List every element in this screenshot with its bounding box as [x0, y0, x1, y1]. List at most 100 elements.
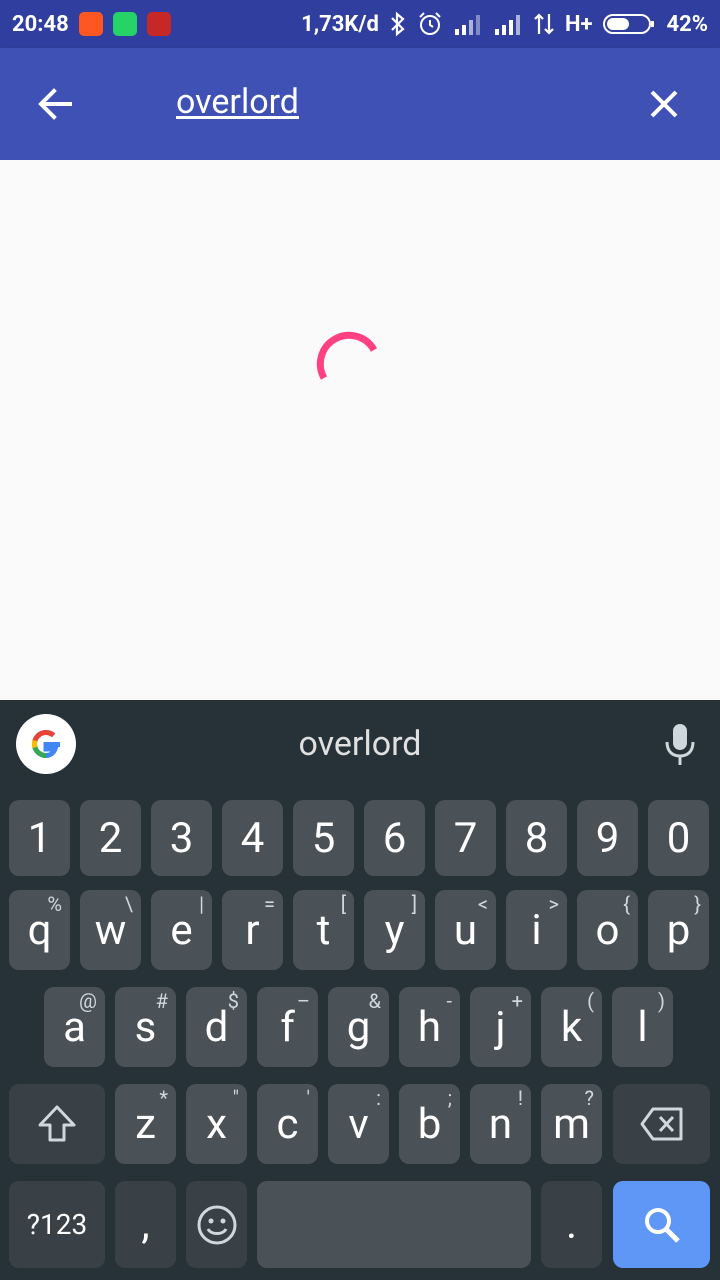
battery-icon [603, 14, 655, 34]
key-hint: + [511, 989, 523, 1013]
key-label: 0 [666, 813, 691, 863]
suggestion-strip: overlord [0, 700, 720, 790]
notification-avatar-icon [146, 12, 171, 36]
key-label: s [134, 1002, 157, 1052]
key-6[interactable]: 6 [364, 800, 425, 876]
key-q[interactable]: q% [9, 890, 70, 970]
key-y[interactable]: y] [364, 890, 425, 970]
search-input[interactable]: overlord [176, 82, 299, 122]
signal-icon [454, 15, 480, 35]
key-hint: ! [517, 1086, 523, 1110]
network-type: H+ [564, 11, 593, 37]
key-w[interactable]: w \ [80, 890, 141, 970]
soft-keyboard: overlord 1 2 3 4 5 6 7 8 9 0 q% w \ e | r = t[y] u < i > o{p} a… [0, 700, 720, 1280]
key-b[interactable]: b; [399, 1084, 460, 1164]
key-label: 6 [382, 813, 407, 863]
key-label: g [346, 1002, 371, 1052]
key-v[interactable]: v: [328, 1084, 389, 1164]
key-label: 4 [240, 813, 265, 863]
suggestion-word[interactable]: overlord [0, 724, 720, 764]
key-label: i [531, 905, 542, 955]
key-f[interactable]: f – [257, 987, 318, 1067]
key-hint: < [477, 892, 488, 916]
symbols-key[interactable]: ?123 [9, 1181, 105, 1268]
key-l[interactable]: l) [612, 987, 673, 1067]
key-label: h [417, 1002, 442, 1052]
key-hint: ; [447, 1086, 452, 1110]
key-s[interactable]: s # [115, 987, 176, 1067]
key-m[interactable]: m? [541, 1084, 602, 1164]
loading-spinner-icon [316, 331, 378, 380]
close-icon[interactable] [642, 82, 686, 126]
key-d[interactable]: d $ [186, 987, 247, 1067]
results-area [0, 160, 720, 700]
key-hint: ' [306, 1086, 311, 1110]
key-label: c [276, 1099, 299, 1149]
key-label: b [417, 1099, 442, 1149]
key-2[interactable]: 2 [80, 800, 141, 876]
notification-app-icon [78, 12, 103, 36]
key-t[interactable]: t[ [293, 890, 354, 970]
key-hint: | [199, 892, 204, 916]
key-k[interactable]: k( [541, 987, 602, 1067]
space-key[interactable] [257, 1181, 531, 1268]
shift-key[interactable] [9, 1084, 105, 1164]
key-label: r [245, 905, 260, 955]
search-app-bar: overlord [0, 48, 720, 160]
key-z[interactable]: z * [115, 1084, 176, 1164]
key-label: 8 [524, 813, 549, 863]
key-label: n [488, 1099, 513, 1149]
key-g[interactable]: g & [328, 987, 389, 1067]
comma-key[interactable]: , [115, 1181, 176, 1268]
key-label: w [94, 905, 127, 955]
key-hint: * [159, 1086, 168, 1110]
key-x[interactable]: x " [186, 1084, 247, 1164]
microphone-icon[interactable] [662, 722, 698, 768]
key-4[interactable]: 4 [222, 800, 283, 876]
key-9[interactable]: 9 [577, 800, 638, 876]
key-h[interactable]: h- [399, 987, 460, 1067]
back-arrow-icon[interactable] [34, 82, 78, 126]
search-icon [644, 1207, 680, 1243]
backspace-icon [640, 1107, 682, 1141]
key-hint: = [264, 892, 275, 916]
key-hint: $ [227, 989, 239, 1013]
key-o[interactable]: o{ [577, 890, 638, 970]
key-label: k [560, 1002, 583, 1052]
key-7[interactable]: 7 [435, 800, 496, 876]
key-label: 5 [311, 813, 336, 863]
key-5[interactable]: 5 [293, 800, 354, 876]
search-key[interactable] [613, 1181, 710, 1268]
key-r[interactable]: r = [222, 890, 283, 970]
key-p[interactable]: p} [648, 890, 709, 970]
status-bar: 20:48 1,73K/d H+ 42% [0, 0, 720, 48]
data-transfer-icon [534, 13, 554, 35]
key-label: 9 [595, 813, 620, 863]
key-label: v [348, 1099, 369, 1149]
key-hint: & [368, 989, 381, 1013]
key-hint: ( [587, 989, 594, 1013]
key-a[interactable]: a @ [44, 987, 105, 1067]
network-speed: 1,73K/d [301, 11, 379, 37]
period-key[interactable]: . [541, 1181, 602, 1268]
signal-icon-2 [494, 15, 520, 35]
key-n[interactable]: n! [470, 1084, 531, 1164]
key-i[interactable]: i > [506, 890, 567, 970]
key-j[interactable]: j + [470, 987, 531, 1067]
key-u[interactable]: u < [435, 890, 496, 970]
key-hint: ? [584, 1086, 594, 1110]
key-8[interactable]: 8 [506, 800, 567, 876]
alarm-icon [419, 12, 441, 35]
key-c[interactable]: c ' [257, 1084, 318, 1164]
key-3[interactable]: 3 [151, 800, 212, 876]
backspace-key[interactable] [613, 1084, 710, 1164]
key-hint: > [548, 892, 559, 916]
key-label: y [384, 905, 405, 955]
emoji-key[interactable] [186, 1181, 247, 1268]
whatsapp-icon [112, 12, 137, 36]
shift-icon [38, 1105, 76, 1142]
key-0[interactable]: 0 [648, 800, 709, 876]
key-e[interactable]: e | [151, 890, 212, 970]
key-hint: # [155, 989, 168, 1013]
key-1[interactable]: 1 [9, 800, 70, 876]
